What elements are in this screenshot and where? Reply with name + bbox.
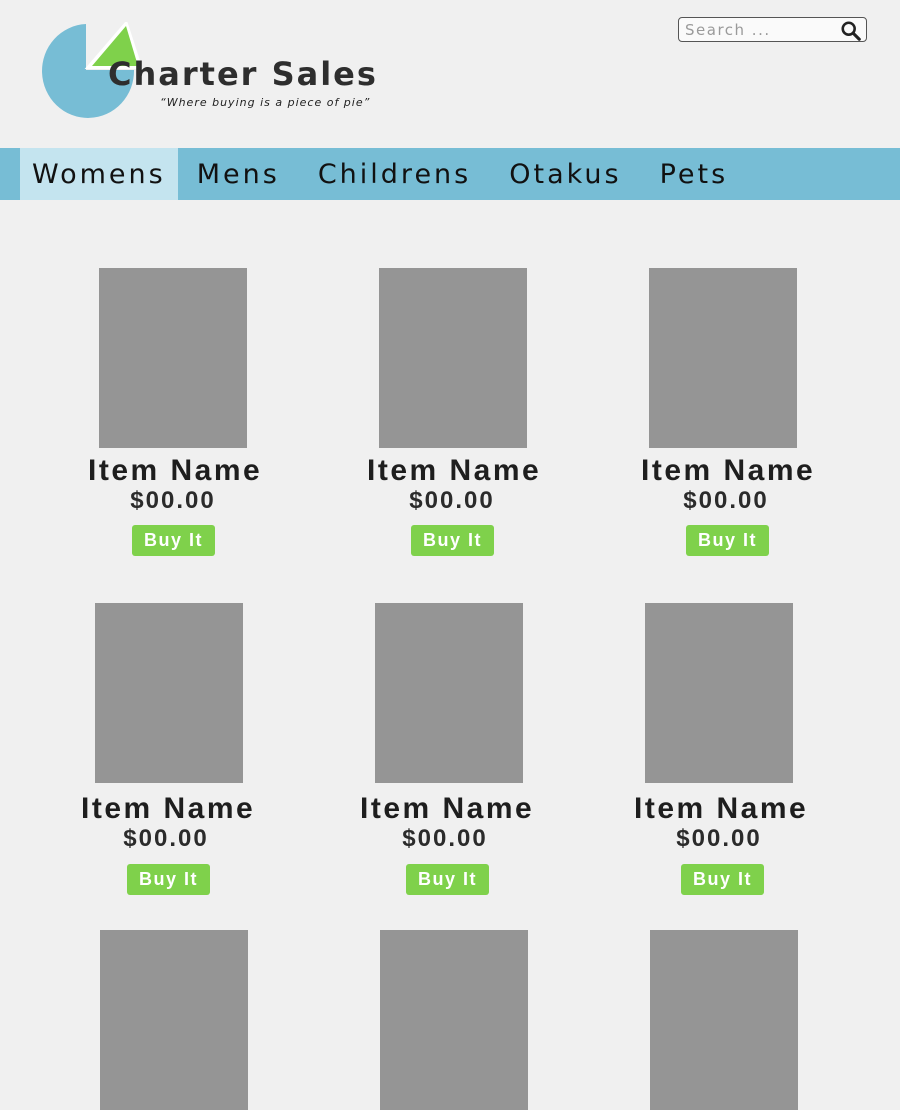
product-image[interactable] — [375, 603, 523, 783]
product-price: $00.00 — [676, 825, 762, 852]
product-image[interactable] — [95, 603, 243, 783]
brand-logo[interactable]: Charter Sales “Where buying is a piece o… — [34, 22, 394, 122]
product-price: $00.00 — [402, 825, 488, 852]
product-image[interactable] — [650, 930, 798, 1110]
buy-it-button[interactable]: Buy It — [686, 525, 769, 556]
product-image[interactable] — [380, 930, 528, 1110]
nav-item-pets[interactable]: Pets — [641, 148, 748, 200]
nav-item-otakus[interactable]: Otakus — [490, 148, 640, 200]
product-image[interactable] — [100, 930, 248, 1110]
product-price: $00.00 — [130, 487, 216, 514]
product-name[interactable]: Item Name — [641, 454, 813, 488]
nav-item-mens[interactable]: Mens — [178, 148, 299, 200]
product-name[interactable]: Item Name — [634, 792, 806, 826]
product-name[interactable]: Item Name — [367, 454, 539, 488]
product-image[interactable] — [379, 268, 527, 448]
buy-it-button[interactable]: Buy It — [681, 864, 764, 895]
product-image[interactable] — [645, 603, 793, 783]
product-image[interactable] — [649, 268, 797, 448]
buy-it-button[interactable]: Buy It — [406, 864, 489, 895]
product-price: $00.00 — [409, 487, 495, 514]
nav-item-womens[interactable]: Womens — [20, 148, 178, 200]
buy-it-button[interactable]: Buy It — [127, 864, 210, 895]
product-name[interactable]: Item Name — [360, 792, 532, 826]
search-input[interactable] — [685, 20, 835, 39]
product-price: $00.00 — [123, 825, 209, 852]
category-nav: Womens Mens Childrens Otakus Pets — [0, 148, 900, 200]
buy-it-button[interactable]: Buy It — [132, 525, 215, 556]
buy-it-button[interactable]: Buy It — [411, 525, 494, 556]
brand-name: Charter Sales — [108, 55, 378, 93]
product-name[interactable]: Item Name — [88, 454, 260, 488]
product-name[interactable]: Item Name — [81, 792, 253, 826]
brand-tagline: “Where buying is a piece of pie” — [160, 96, 371, 109]
product-price: $00.00 — [683, 487, 769, 514]
product-image[interactable] — [99, 268, 247, 448]
search-box — [678, 17, 867, 42]
nav-item-childrens[interactable]: Childrens — [299, 148, 490, 200]
search-icon[interactable] — [840, 20, 862, 42]
